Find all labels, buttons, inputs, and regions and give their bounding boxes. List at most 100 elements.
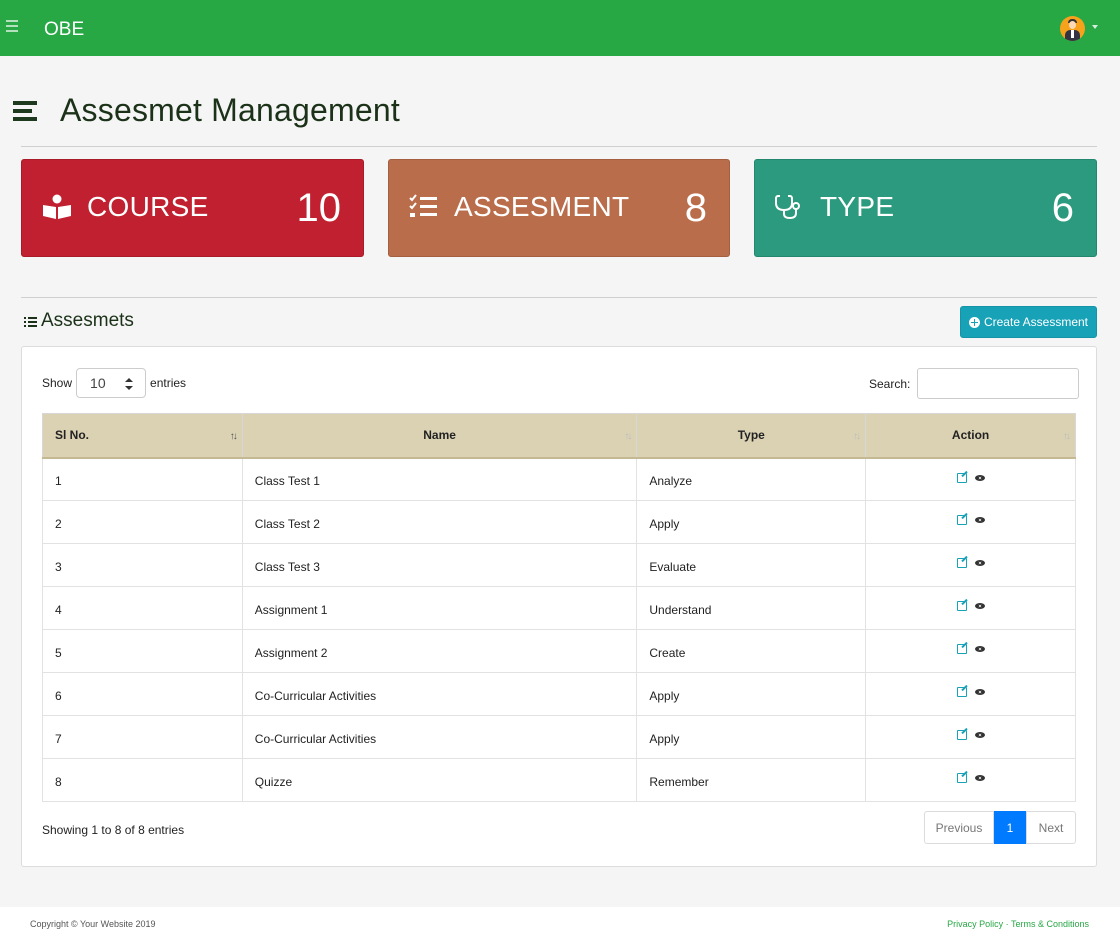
cell-sl-no: 5 [42, 629, 243, 673]
page-header: Assesmet Management [13, 92, 400, 129]
cell-action [865, 586, 1076, 630]
edit-icon[interactable] [956, 515, 967, 526]
table-row: 5 Assignment 2 Create [42, 629, 1076, 673]
column-header-sl-no[interactable]: Sl No. ↑↓ [42, 413, 243, 459]
cell-name: Co-Curricular Activities [241, 715, 638, 759]
cell-type: Remember [636, 758, 867, 802]
caret-down-icon [1092, 24, 1098, 29]
eye-icon[interactable] [974, 603, 985, 610]
list-icon [24, 316, 37, 327]
cell-sl-no: 1 [42, 457, 243, 501]
cell-name: Quizze [241, 758, 638, 802]
cell-name: Class Test 1 [241, 457, 638, 501]
sort-icon: ↑↓ [1063, 431, 1071, 442]
sort-icon: ↑↓ [229, 431, 238, 442]
cell-name: Assignment 2 [241, 629, 638, 673]
assessments-table: Sl No. ↑↓ Name ↑↓ Type ↑↓ Action ↑↓ 1 Class T… [42, 413, 1076, 802]
cell-name: Class Test 2 [241, 500, 638, 544]
table-row: 3 Class Test 3 Evaluate [42, 543, 1076, 587]
type-stat-card[interactable]: TYPE 6 [754, 159, 1097, 257]
table-row: 1 Class Test 1 Analyze [42, 457, 1076, 501]
column-header-name[interactable]: Name ↑↓ [241, 413, 638, 459]
eye-icon[interactable] [974, 732, 985, 739]
card-label: COURSE [87, 191, 209, 222]
cell-type: Understand [636, 586, 867, 630]
edit-icon[interactable] [956, 730, 967, 741]
column-header-action[interactable]: Action ↑↓ [865, 413, 1076, 459]
cell-action [865, 715, 1076, 759]
search-label: Search: [869, 376, 911, 391]
edit-icon[interactable] [956, 558, 967, 569]
table-row: 7 Co-Curricular Activities Apply [42, 715, 1076, 759]
pagination-page-1[interactable]: 1 [994, 811, 1026, 844]
hamburger-icon[interactable] [6, 20, 18, 34]
user-avatar-icon[interactable] [1060, 16, 1085, 41]
eye-icon[interactable] [974, 775, 985, 782]
eye-icon[interactable] [974, 646, 985, 653]
privacy-policy-link[interactable]: Privacy Policy [947, 919, 1003, 929]
show-label: Show [42, 376, 73, 390]
cell-sl-no: 4 [42, 586, 243, 630]
cell-sl-no: 6 [42, 672, 243, 716]
cell-sl-no: 3 [42, 543, 243, 587]
tasks-icon [409, 194, 437, 217]
cell-action [865, 543, 1076, 587]
top-navbar: OBE [0, 0, 1120, 56]
eye-icon[interactable] [974, 474, 985, 481]
edit-icon[interactable] [956, 644, 967, 655]
assessments-table-panel: Show 10 entries Search: Sl No. ↑↓ Name ↑↓ … [21, 346, 1097, 867]
terms-conditions-link[interactable]: Terms & Conditions [1011, 919, 1089, 929]
section-title: Assesmets [24, 310, 134, 332]
cell-action [865, 500, 1076, 544]
entries-select[interactable]: 10 [76, 368, 147, 398]
eye-icon[interactable] [974, 517, 985, 524]
cell-action [865, 629, 1076, 673]
pagination-previous[interactable]: Previous [924, 811, 994, 844]
footer: Copyright © Your Website 2019 Privacy Po… [0, 907, 1120, 937]
cell-action [865, 758, 1076, 802]
search-input[interactable] [917, 368, 1080, 399]
edit-icon[interactable] [956, 687, 967, 698]
cell-name: Assignment 1 [241, 586, 638, 630]
entries-length-control: Show 10 entries [42, 368, 186, 398]
stethoscope-icon [775, 195, 800, 220]
cell-name: Co-Curricular Activities [241, 672, 638, 716]
table-info: Showing 1 to 8 of 8 entries [42, 823, 185, 837]
plus-circle-icon [968, 316, 980, 328]
edit-icon[interactable] [956, 472, 967, 483]
table-row: 6 Co-Curricular Activities Apply [42, 672, 1076, 716]
create-assessment-label: Create Assessment [983, 315, 1089, 329]
course-stat-card[interactable]: COURSE 10 [21, 159, 364, 257]
eye-icon[interactable] [974, 560, 985, 567]
cell-type: Analyze [636, 457, 867, 501]
cell-name: Class Test 3 [241, 543, 638, 587]
card-count: 6 [1051, 186, 1074, 230]
cell-type: Create [636, 629, 867, 673]
cell-sl-no: 2 [42, 500, 243, 544]
entries-select-value: 10 [90, 375, 106, 391]
cell-type: Evaluate [636, 543, 867, 587]
book-reader-icon [43, 194, 71, 219]
table-row: 4 Assignment 1 Understand [42, 586, 1076, 630]
pagination-next[interactable]: Next [1026, 811, 1076, 844]
column-header-type[interactable]: Type ↑↓ [636, 413, 867, 459]
card-count: 10 [296, 186, 342, 230]
create-assessment-button[interactable]: Create Assessment [960, 306, 1097, 338]
cell-type: Apply [636, 672, 867, 716]
eye-icon[interactable] [974, 689, 985, 696]
cell-action [865, 457, 1076, 501]
sort-icon: ↑↓ [853, 431, 861, 442]
sort-arrows-icon [125, 378, 134, 390]
edit-icon[interactable] [956, 773, 967, 784]
user-menu-toggle[interactable] [1060, 16, 1098, 41]
card-label: TYPE [820, 191, 895, 222]
assesment-stat-card[interactable]: ASSESMENT 8 [388, 159, 730, 257]
pagination: Previous 1 Next [924, 811, 1076, 844]
bars-icon [13, 100, 37, 121]
cell-type: Apply [636, 715, 867, 759]
brand-logo[interactable]: OBE [44, 19, 84, 41]
page-title: Assesmet Management [60, 92, 400, 128]
section-title-text: Assesmets [41, 310, 134, 331]
table-search: Search: [869, 368, 1080, 399]
edit-icon[interactable] [956, 601, 967, 612]
